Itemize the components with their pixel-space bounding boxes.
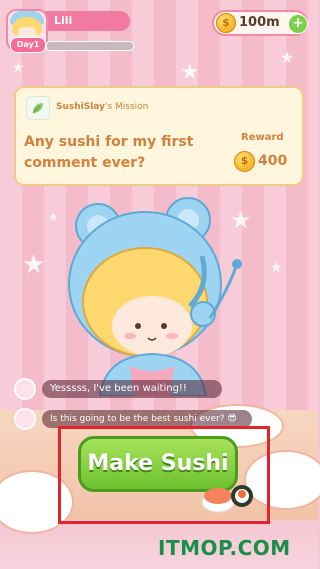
day-badge: Day1 (10, 37, 46, 53)
player-name-pill: Lili (38, 11, 130, 31)
commenter-avatar (14, 378, 36, 400)
mission-title-suffix: 's Mission (104, 102, 149, 112)
sushi-roll-icon (200, 478, 256, 514)
star-decoration: ★ (280, 48, 295, 67)
currency-display: $ 100m + (212, 10, 308, 36)
player-name: Lili (54, 14, 73, 27)
reward-value: 400 (258, 153, 288, 169)
mission-author: SushiSlay (56, 102, 105, 112)
mission-text: Any sushi for my first comment ever? (24, 134, 194, 171)
add-currency-button[interactable]: + (288, 14, 308, 34)
mission-card[interactable]: SushiSlay's Mission Any sushi for my fir… (14, 86, 304, 186)
xp-progress-bar (46, 41, 134, 51)
currency-amount: 100m (239, 15, 280, 30)
star-decoration: ★ (22, 250, 46, 280)
mission-title: SushiSlay's Mission (56, 102, 148, 112)
reward-label: Reward (241, 132, 284, 143)
character-illustration (60, 196, 260, 397)
star-decoration: ★ (48, 210, 59, 224)
star-decoration: ★ (12, 60, 25, 76)
star-decoration: ★ (180, 60, 200, 85)
star-decoration: ★ (270, 260, 283, 276)
reward-coin-icon: $ (234, 151, 255, 172)
comment-1: Yesssss, I've been waiting!! (42, 380, 222, 398)
coin-icon: $ (216, 13, 236, 33)
watermark: ITMOP.COM (158, 536, 291, 560)
leaf-icon (26, 96, 50, 120)
commenter-avatar (14, 408, 36, 430)
player-profile[interactable]: Lili Day1 (6, 9, 134, 53)
